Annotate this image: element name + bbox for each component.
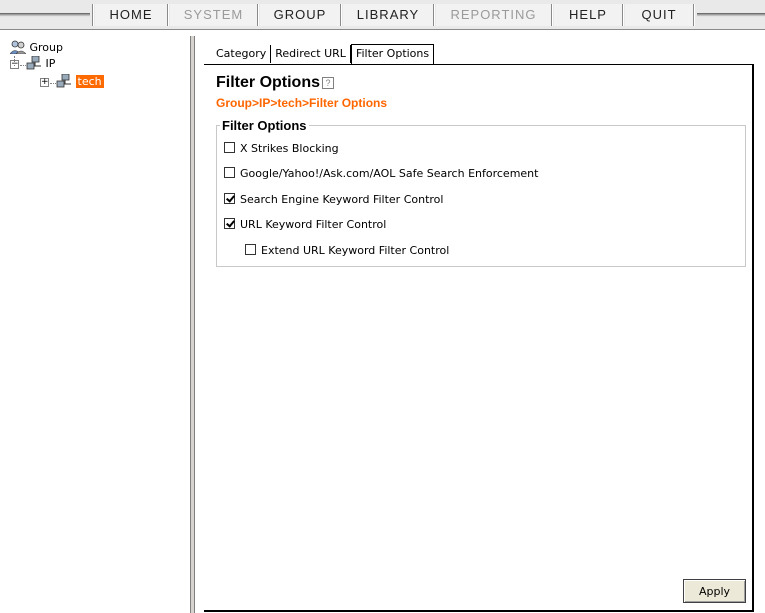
- help-icon[interactable]: ?: [322, 77, 334, 89]
- menu-decoration-right: [697, 13, 765, 17]
- menu-quit[interactable]: QUIT: [625, 4, 693, 26]
- breadcrumb: Group>IP>tech>Filter Options: [216, 96, 388, 110]
- tree-label-tech: tech: [75, 75, 104, 88]
- network-icon: [26, 56, 41, 70]
- apply-button[interactable]: Apply: [683, 579, 746, 603]
- group-tree: Group − IP + tech: [8, 36, 188, 613]
- safe-search-checkbox[interactable]: [224, 167, 235, 178]
- tab-redirect-url[interactable]: Redirect URL: [271, 45, 351, 63]
- tree-node-group[interactable]: Group: [10, 40, 63, 56]
- tree-node-ip[interactable]: IP: [26, 56, 55, 72]
- option-extend-url-keyword[interactable]: Extend URL Keyword Filter Control: [245, 244, 449, 258]
- tab-bar: Category Redirect URL Filter Options: [212, 44, 435, 64]
- menu-decoration-left: [0, 13, 90, 17]
- tree-connector: [50, 83, 56, 84]
- tree-connector: [20, 65, 26, 66]
- menu-system: SYSTEM: [170, 4, 257, 26]
- tree-connector: [14, 56, 15, 66]
- search-engine-keyword-checkbox[interactable]: [224, 193, 235, 204]
- tree-label-group: Group: [29, 41, 64, 54]
- x-strikes-checkbox[interactable]: [224, 142, 235, 153]
- extend-url-keyword-checkbox[interactable]: [245, 244, 256, 255]
- network-icon: [56, 74, 71, 88]
- group-icon: [10, 40, 26, 54]
- tree-label-ip: IP: [45, 57, 56, 70]
- expand-icon[interactable]: +: [40, 78, 49, 87]
- menu-separator: [92, 4, 94, 26]
- option-label: X Strikes Blocking: [240, 142, 339, 155]
- url-keyword-checkbox[interactable]: [224, 218, 235, 229]
- tab-filter-options[interactable]: Filter Options: [350, 44, 435, 64]
- menu-separator: [257, 4, 259, 26]
- option-label: Google/Yahoo!/Ask.com/AOL Safe Search En…: [240, 167, 539, 180]
- content-panel: Category Redirect URL Filter Options Filte…: [196, 36, 765, 613]
- option-url-keyword[interactable]: URL Keyword Filter Control: [224, 218, 386, 232]
- option-x-strikes[interactable]: X Strikes Blocking: [224, 142, 339, 156]
- menu-separator: [340, 4, 342, 26]
- option-search-engine-keyword[interactable]: Search Engine Keyword Filter Control: [224, 193, 443, 207]
- page-title: Filter Options?: [216, 74, 334, 92]
- menu-separator: [693, 4, 695, 26]
- option-safe-search[interactable]: Google/Yahoo!/Ask.com/AOL Safe Search En…: [224, 167, 538, 181]
- menu-reporting: REPORTING: [436, 4, 551, 26]
- option-label: Search Engine Keyword Filter Control: [240, 193, 444, 206]
- menu-separator: [622, 4, 624, 26]
- option-label: Extend URL Keyword Filter Control: [261, 244, 450, 257]
- top-menu-bar: HOME SYSTEM GROUP LIBRARY REPORTING HELP…: [0, 0, 765, 30]
- menu-home[interactable]: HOME: [95, 4, 167, 26]
- menu-group[interactable]: GROUP: [260, 4, 340, 26]
- menu-help[interactable]: HELP: [554, 4, 622, 26]
- menu-library[interactable]: LIBRARY: [343, 4, 433, 26]
- menu-separator: [433, 4, 435, 26]
- panel-splitter[interactable]: [190, 36, 195, 613]
- filter-options-legend: Filter Options: [220, 118, 309, 133]
- menu-separator: [167, 4, 169, 26]
- menu-separator: [551, 4, 553, 26]
- page-title-text: Filter Options: [216, 74, 320, 91]
- tab-category[interactable]: Category: [212, 45, 272, 63]
- option-label: URL Keyword Filter Control: [240, 218, 387, 231]
- tree-node-tech[interactable]: tech: [56, 74, 104, 90]
